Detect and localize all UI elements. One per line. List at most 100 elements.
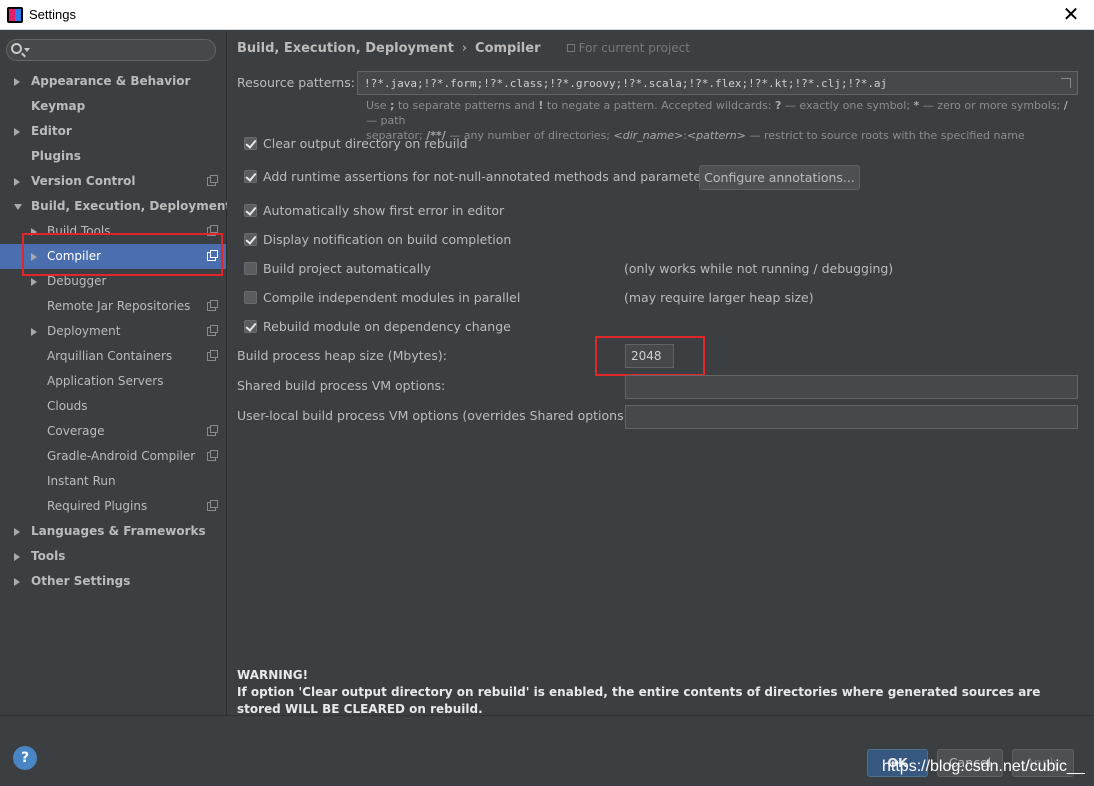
sidebar-item-label: Editor	[31, 124, 72, 138]
sidebar-item-label: Compiler	[47, 249, 102, 263]
checkbox[interactable]	[244, 262, 257, 275]
chevron-right-icon[interactable]	[31, 228, 37, 236]
sidebar-item-tools[interactable]: Tools	[0, 544, 226, 569]
dialog-button-bar: ? OK Cancel Apply https://blog.csdn.net/…	[0, 715, 1094, 786]
sidebar-item-editor[interactable]: Editor	[0, 119, 226, 144]
sidebar-item-version-control[interactable]: Version Control	[0, 169, 226, 194]
resource-patterns-label: Resource patterns:	[237, 75, 355, 90]
sidebar-item-gradle-android-compiler[interactable]: Gradle-Android Compiler	[0, 444, 226, 469]
warning-text: If option 'Clear output directory on reb…	[237, 685, 1041, 716]
sidebar-item-label: Other Settings	[31, 574, 131, 588]
resource-patterns-field[interactable]: !?*.java;!?*.form;!?*.class;!?*.groovy;!…	[357, 71, 1078, 95]
option-label[interactable]: Rebuild module on dependency change	[263, 319, 511, 334]
option-label[interactable]: Display notification on build completion	[263, 232, 511, 247]
sidebar-item-label: Appearance & Behavior	[31, 74, 191, 88]
sidebar-item-label: Clouds	[47, 399, 88, 413]
checkbox[interactable]	[244, 204, 257, 217]
chevron-down-icon	[24, 48, 30, 52]
settings-sidebar: Appearance & Behavior Keymap Editor Plugins…	[0, 31, 231, 715]
chevron-right-icon[interactable]	[14, 578, 20, 586]
build-automatically-note: (only works while not running / debuggin…	[624, 261, 894, 276]
chevron-right-icon[interactable]	[14, 78, 20, 86]
warning-title: WARNING!	[237, 668, 309, 682]
sidebar-item-label: Application Servers	[47, 374, 164, 388]
project-scope-icon	[207, 250, 218, 261]
breadcrumb-current: Compiler	[475, 41, 541, 56]
help-icon[interactable]: ?	[13, 746, 37, 770]
checkbox[interactable]	[244, 320, 257, 333]
shared-vm-options-label: Shared build process VM options:	[237, 378, 446, 393]
project-scope-icon	[207, 500, 218, 511]
sidebar-item-label: Gradle-Android Compiler	[47, 449, 196, 463]
option-label[interactable]: Build project automatically	[263, 261, 431, 276]
sidebar-item-label: Keymap	[31, 99, 86, 113]
sidebar-item-build-tools[interactable]: Build Tools	[0, 219, 226, 244]
sidebar-item-label: Coverage	[47, 424, 105, 438]
resource-patterns-hint: Use ; to separate patterns and ! to nega…	[366, 99, 1068, 142]
resource-patterns-value: !?*.java;!?*.form;!?*.class;!?*.groovy;!…	[364, 77, 888, 90]
shared-vm-options-field[interactable]	[625, 375, 1078, 399]
project-scope-icon	[207, 350, 218, 361]
chevron-right-icon[interactable]	[14, 528, 20, 536]
option-label[interactable]: Automatically show first error in editor	[263, 203, 504, 218]
sidebar-item-plugins[interactable]: Plugins	[0, 144, 226, 169]
breadcrumb-parent[interactable]: Build, Execution, Deployment	[237, 41, 454, 56]
chevron-right-icon[interactable]	[14, 178, 20, 186]
sidebar-item-deployment[interactable]: Deployment	[0, 319, 226, 344]
sidebar-item-application-servers[interactable]: Application Servers	[0, 369, 226, 394]
configure-annotations-button[interactable]: Configure annotations...	[699, 165, 860, 190]
chevron-right-icon[interactable]	[31, 278, 37, 286]
watermark: https://blog.csdn.net/cubic__	[882, 758, 1085, 775]
sidebar-item-compiler[interactable]: Compiler	[0, 244, 226, 269]
checkbox[interactable]	[244, 137, 257, 150]
sidebar-item-clouds[interactable]: Clouds	[0, 394, 226, 419]
sidebar-item-label: Deployment	[47, 324, 121, 338]
heap-size-field[interactable]: 2048	[625, 344, 674, 368]
settings-tree: Appearance & Behavior Keymap Editor Plugins…	[0, 69, 231, 594]
project-scope-icon	[207, 325, 218, 336]
breadcrumb-separator: ›	[461, 41, 468, 56]
sidebar-item-label: Version Control	[31, 174, 136, 188]
sidebar-item-arquillian-containers[interactable]: Arquillian Containers	[0, 344, 226, 369]
sidebar-item-coverage[interactable]: Coverage	[0, 419, 226, 444]
chevron-down-icon[interactable]	[14, 204, 22, 210]
chevron-right-icon[interactable]	[31, 253, 37, 261]
sidebar-item-remote-jar-repositories[interactable]: Remote Jar Repositories	[0, 294, 226, 319]
sidebar-item-label: Tools	[31, 549, 66, 563]
expand-icon[interactable]	[1061, 78, 1071, 88]
checkbox[interactable]	[244, 233, 257, 246]
search-input[interactable]	[6, 39, 216, 61]
warning-message: WARNING! If option 'Clear output directo…	[237, 667, 1077, 718]
sidebar-item-label: Arquillian Containers	[47, 349, 173, 363]
scope-label: For current project	[578, 41, 690, 55]
option-label[interactable]: Clear output directory on rebuild	[263, 136, 468, 151]
close-icon[interactable]: ✕	[1048, 0, 1094, 30]
intellij-app-icon	[7, 7, 23, 23]
sidebar-item-label: Build Tools	[47, 224, 111, 238]
checkbox[interactable]	[244, 170, 257, 183]
parallel-compile-note: (may require larger heap size)	[624, 290, 814, 305]
breadcrumb: Build, Execution, Deployment › Compiler Fo…	[237, 41, 690, 56]
sidebar-item-keymap[interactable]: Keymap	[0, 94, 226, 119]
sidebar-item-build-execution-deployment[interactable]: Build, Execution, Deployment	[0, 194, 231, 219]
sidebar-item-required-plugins[interactable]: Required Plugins	[0, 494, 226, 519]
sidebar-item-languages-frameworks[interactable]: Languages & Frameworks	[0, 519, 226, 544]
chevron-right-icon[interactable]	[14, 553, 20, 561]
sidebar-item-appearance-behavior[interactable]: Appearance & Behavior	[0, 69, 226, 94]
option-label[interactable]: Compile independent modules in parallel	[263, 290, 520, 305]
sidebar-item-debugger[interactable]: Debugger	[0, 269, 226, 294]
checkbox[interactable]	[244, 291, 257, 304]
user-vm-options-field[interactable]	[625, 405, 1078, 429]
option-label[interactable]: Add runtime assertions for not-null-anno…	[263, 169, 713, 184]
sidebar-item-label: Debugger	[47, 274, 107, 288]
chevron-right-icon[interactable]	[14, 128, 20, 136]
sidebar-item-label: Remote Jar Repositories	[47, 299, 191, 313]
sidebar-item-instant-run[interactable]: Instant Run	[0, 469, 226, 494]
project-scope-icon	[566, 44, 575, 52]
project-scope-icon	[207, 300, 218, 311]
heap-size-value: 2048	[631, 349, 662, 363]
project-scope-icon	[207, 225, 218, 236]
sidebar-item-other-settings[interactable]: Other Settings	[0, 569, 226, 594]
chevron-right-icon[interactable]	[31, 328, 37, 336]
compiler-settings-panel: Build, Execution, Deployment › Compiler Fo…	[227, 31, 1094, 718]
